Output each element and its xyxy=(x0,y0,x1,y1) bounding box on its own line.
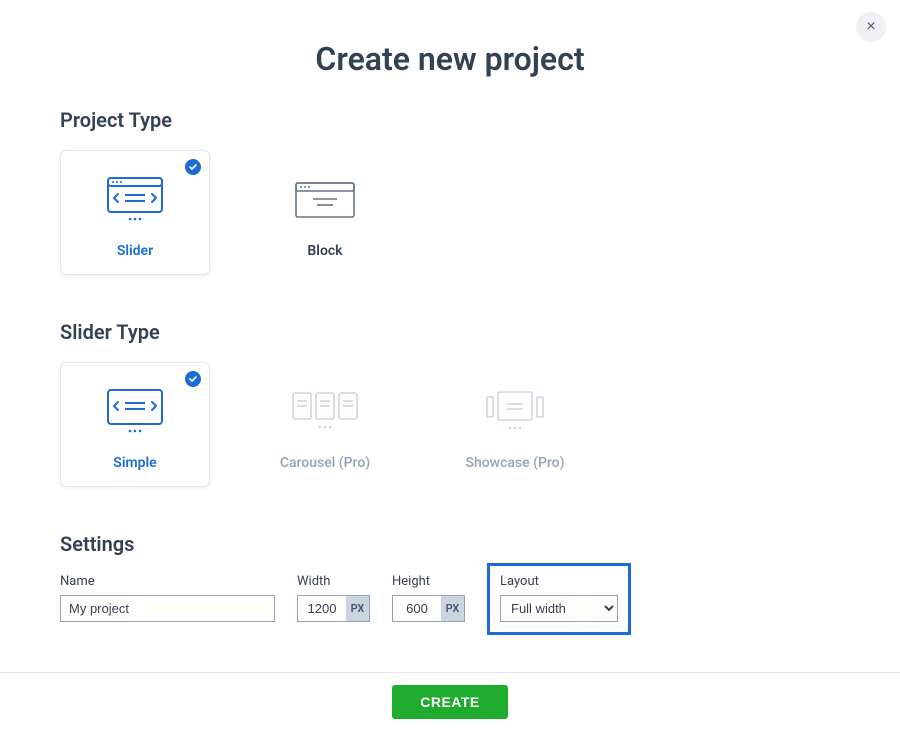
dialog-footer: CREATE xyxy=(0,672,900,730)
card-label: Slider xyxy=(117,243,153,259)
layout-label: Layout xyxy=(500,574,618,589)
height-input-wrap: PX xyxy=(392,595,465,622)
project-type-options: Slider Block xyxy=(60,150,840,275)
section-title-project-type: Project Type xyxy=(60,108,840,132)
width-label: Width xyxy=(297,574,370,589)
layout-select[interactable]: Full width xyxy=(500,595,618,622)
carousel-icon xyxy=(292,387,358,437)
project-type-card-block[interactable]: Block xyxy=(250,150,400,275)
section-title-slider-type: Slider Type xyxy=(60,320,840,344)
width-unit: PX xyxy=(346,596,369,621)
create-button[interactable]: CREATE xyxy=(392,685,508,719)
field-name: Name xyxy=(60,574,275,635)
name-label: Name xyxy=(60,574,275,589)
selected-badge-icon xyxy=(185,159,201,175)
width-input-wrap: PX xyxy=(297,595,370,622)
simple-slider-icon xyxy=(107,387,163,437)
height-unit: PX xyxy=(441,596,464,621)
selected-badge-icon xyxy=(185,371,201,387)
section-slider-type: Slider Type Simple xyxy=(60,320,840,487)
field-width: Width PX xyxy=(297,574,370,635)
slider-icon xyxy=(107,175,163,225)
dialog-title: Create new project xyxy=(60,40,840,78)
section-settings: Settings Name Width PX Height PX xyxy=(60,532,840,635)
settings-row: Name Width PX Height PX Layout xyxy=(60,574,840,635)
section-project-type: Project Type xyxy=(60,108,840,275)
close-button[interactable]: × xyxy=(856,12,886,42)
width-input[interactable] xyxy=(298,596,346,621)
showcase-icon xyxy=(485,387,545,437)
slider-type-card-showcase: Showcase (Pro) xyxy=(440,362,590,487)
project-type-card-slider[interactable]: Slider xyxy=(60,150,210,275)
field-layout-highlighted: Layout Full width xyxy=(487,563,631,635)
dialog-body: Create new project Project Type xyxy=(0,0,900,635)
block-icon xyxy=(295,175,355,225)
height-label: Height xyxy=(392,574,465,589)
height-input[interactable] xyxy=(393,596,441,621)
section-title-settings: Settings xyxy=(60,532,840,556)
slider-type-options: Simple C xyxy=(60,362,840,487)
card-label: Simple xyxy=(113,455,156,471)
field-height: Height PX xyxy=(392,574,465,635)
card-label: Showcase (Pro) xyxy=(465,455,564,471)
close-icon: × xyxy=(866,18,875,36)
card-label: Carousel (Pro) xyxy=(280,455,370,471)
name-input[interactable] xyxy=(60,595,275,622)
slider-type-card-simple[interactable]: Simple xyxy=(60,362,210,487)
card-label: Block xyxy=(307,243,342,259)
slider-type-card-carousel: Carousel (Pro) xyxy=(250,362,400,487)
